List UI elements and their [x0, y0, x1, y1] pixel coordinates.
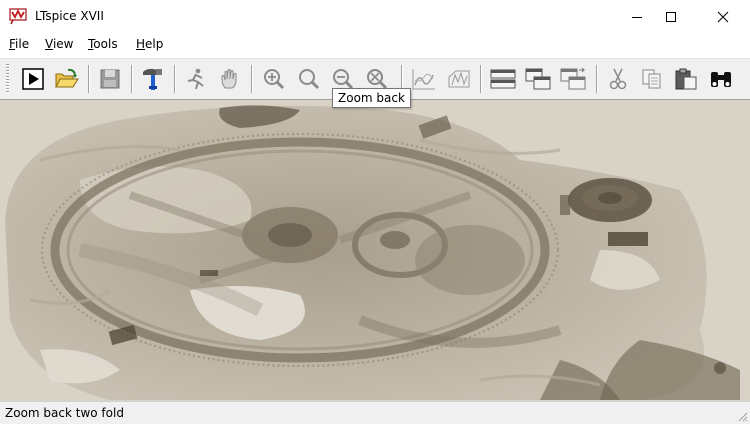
cut-button[interactable] [602, 63, 634, 95]
window-title: LTspice XVII [35, 9, 104, 23]
fft-button[interactable] [443, 63, 475, 95]
paste-icon [675, 68, 697, 90]
resize-grip-icon[interactable] [736, 410, 748, 422]
maximize-icon [666, 11, 676, 22]
tile-horizontal-icon [490, 69, 516, 89]
copy-icon [642, 69, 661, 89]
minimize-icon [632, 16, 642, 18]
status-bar: Zoom back two fold [0, 401, 750, 424]
halt-runner-icon [187, 68, 204, 90]
status-text: Zoom back two fold [5, 406, 124, 420]
tile-button[interactable] [487, 63, 519, 95]
find-button[interactable] [705, 63, 737, 95]
zoom-area-icon [299, 69, 320, 90]
cut-icon [609, 68, 627, 90]
save-button[interactable] [94, 63, 126, 95]
toolbar-separator [88, 65, 90, 93]
control-panel-button[interactable] [137, 63, 169, 95]
toolbar-separator [480, 65, 482, 93]
zoom-back-tooltip: Zoom back [332, 88, 411, 108]
autorange-button[interactable] [408, 63, 440, 95]
open-button[interactable] [51, 63, 83, 95]
open-folder-icon [55, 68, 79, 88]
save-icon [100, 69, 120, 89]
close-button[interactable] [700, 0, 746, 33]
toolbar-separator [131, 65, 133, 93]
run-button[interactable] [17, 63, 49, 95]
menu-file[interactable]: File [9, 37, 29, 51]
zoom-area-button[interactable] [293, 63, 325, 95]
control-panel-hammer-icon [143, 68, 162, 90]
menu-bar: File View Tools Help [0, 33, 750, 58]
zoom-in-button[interactable] [258, 63, 290, 95]
menu-view[interactable]: View [45, 37, 73, 51]
schematic-canvas[interactable] [0, 99, 750, 401]
halt-button[interactable] [180, 63, 212, 95]
toolbar-grip[interactable] [6, 64, 9, 94]
maximize-button[interactable] [648, 0, 694, 33]
toolbar-separator [174, 65, 176, 93]
run-icon [22, 68, 44, 90]
fft-icon [448, 70, 470, 88]
autorange-waveform-icon [412, 69, 435, 90]
paste-button[interactable] [670, 63, 702, 95]
menu-tools[interactable]: Tools [88, 37, 118, 51]
mechanism-scan-image [0, 100, 750, 401]
pan-hand-icon [221, 69, 237, 89]
close-icon [717, 11, 729, 22]
find-binoculars-icon [711, 72, 731, 87]
toolbar-separator [596, 65, 598, 93]
close-all-button[interactable] [557, 63, 589, 95]
title-bar: LTspice XVII [0, 0, 750, 33]
toolbar-separator [251, 65, 253, 93]
cascade-button[interactable] [522, 63, 554, 95]
zoom-in-icon [264, 69, 285, 90]
copy-button[interactable] [636, 63, 668, 95]
close-windows-icon [560, 67, 586, 90]
menu-help[interactable]: Help [136, 37, 163, 51]
cascade-windows-icon [525, 68, 551, 90]
ltspice-app-icon[interactable] [9, 8, 27, 25]
pan-button[interactable] [214, 63, 246, 95]
